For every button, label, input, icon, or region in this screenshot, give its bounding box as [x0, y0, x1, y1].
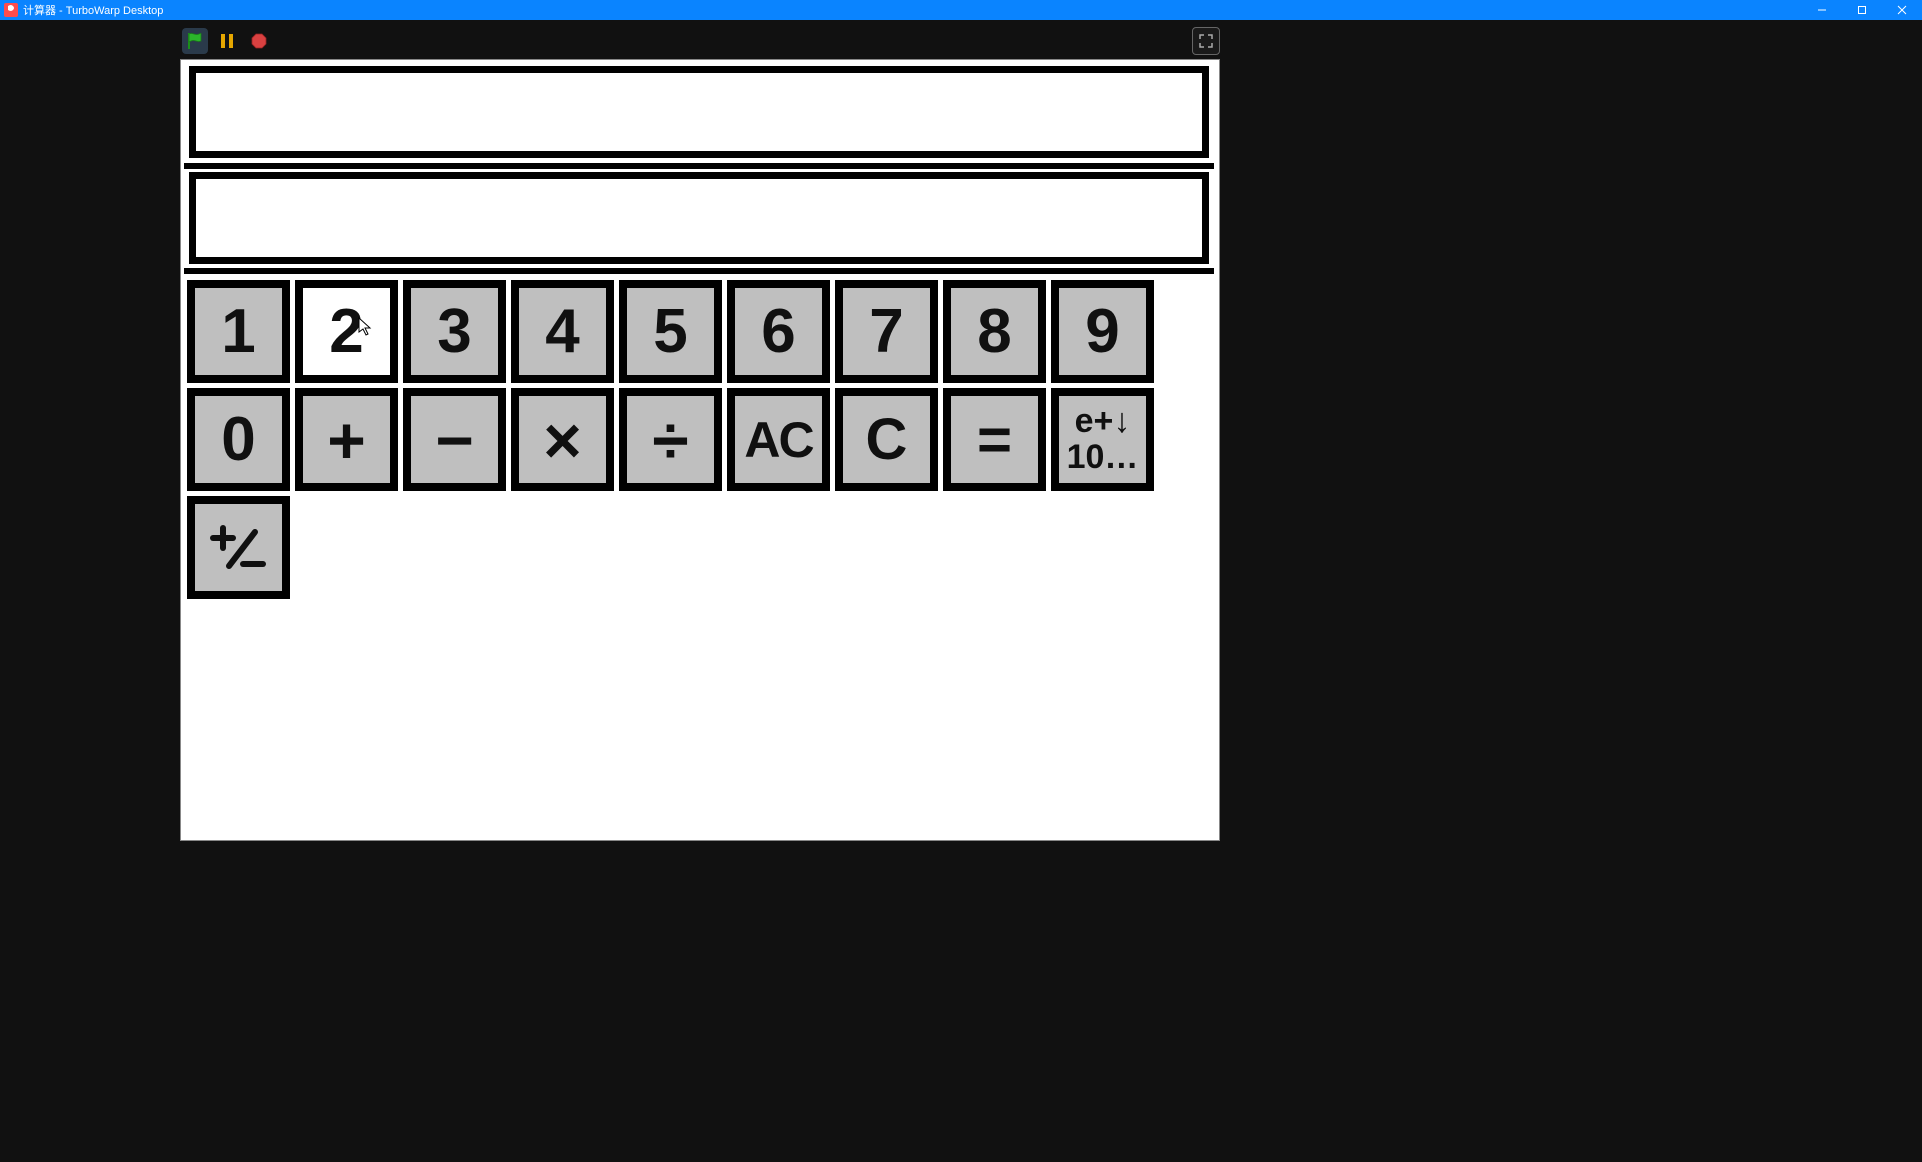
green-flag-button[interactable] — [182, 28, 208, 54]
plus-minus-icon — [209, 518, 269, 578]
close-button[interactable] — [1882, 0, 1922, 20]
key-3[interactable]: 3 — [403, 280, 506, 383]
stage[interactable]: 1 2 3 4 5 6 7 8 9 0 + − × ÷ AC C = e+↓ 1… — [180, 59, 1220, 841]
display-divider — [184, 163, 1214, 169]
key-7[interactable]: 7 — [835, 280, 938, 383]
app-icon — [4, 3, 18, 17]
key-scientific-bot: 10… — [1067, 440, 1139, 476]
stop-button[interactable] — [246, 28, 272, 54]
key-1[interactable]: 1 — [187, 280, 290, 383]
maximize-button[interactable] — [1842, 0, 1882, 20]
window-titlebar: 计算器 - TurboWarp Desktop — [0, 0, 1922, 20]
key-scientific[interactable]: e+↓ 10… — [1051, 388, 1154, 491]
display-line-1 — [189, 66, 1209, 158]
desktop-area: 1 2 3 4 5 6 7 8 9 0 + − × ÷ AC C = e+↓ 1… — [0, 20, 1922, 1162]
key-scientific-top: e+↓ — [1067, 404, 1139, 440]
key-minus[interactable]: − — [403, 388, 506, 491]
key-equals[interactable]: = — [943, 388, 1046, 491]
key-4[interactable]: 4 — [511, 280, 614, 383]
key-6[interactable]: 6 — [727, 280, 830, 383]
key-2[interactable]: 2 — [295, 280, 398, 383]
key-5[interactable]: 5 — [619, 280, 722, 383]
window-title: 计算器 - TurboWarp Desktop — [23, 2, 163, 18]
stage-controls — [180, 23, 1222, 59]
display-bottom-rule — [184, 268, 1214, 274]
key-all-clear[interactable]: AC — [727, 388, 830, 491]
fullscreen-button[interactable] — [1192, 27, 1220, 55]
key-plus[interactable]: + — [295, 388, 398, 491]
key-8[interactable]: 8 — [943, 280, 1046, 383]
key-0[interactable]: 0 — [187, 388, 290, 491]
key-plus-minus[interactable] — [187, 496, 290, 599]
key-multiply[interactable]: × — [511, 388, 614, 491]
pause-button[interactable] — [214, 28, 240, 54]
key-clear[interactable]: C — [835, 388, 938, 491]
display-line-2 — [189, 172, 1209, 264]
minimize-button[interactable] — [1802, 0, 1842, 20]
key-9[interactable]: 9 — [1051, 280, 1154, 383]
key-divide[interactable]: ÷ — [619, 388, 722, 491]
